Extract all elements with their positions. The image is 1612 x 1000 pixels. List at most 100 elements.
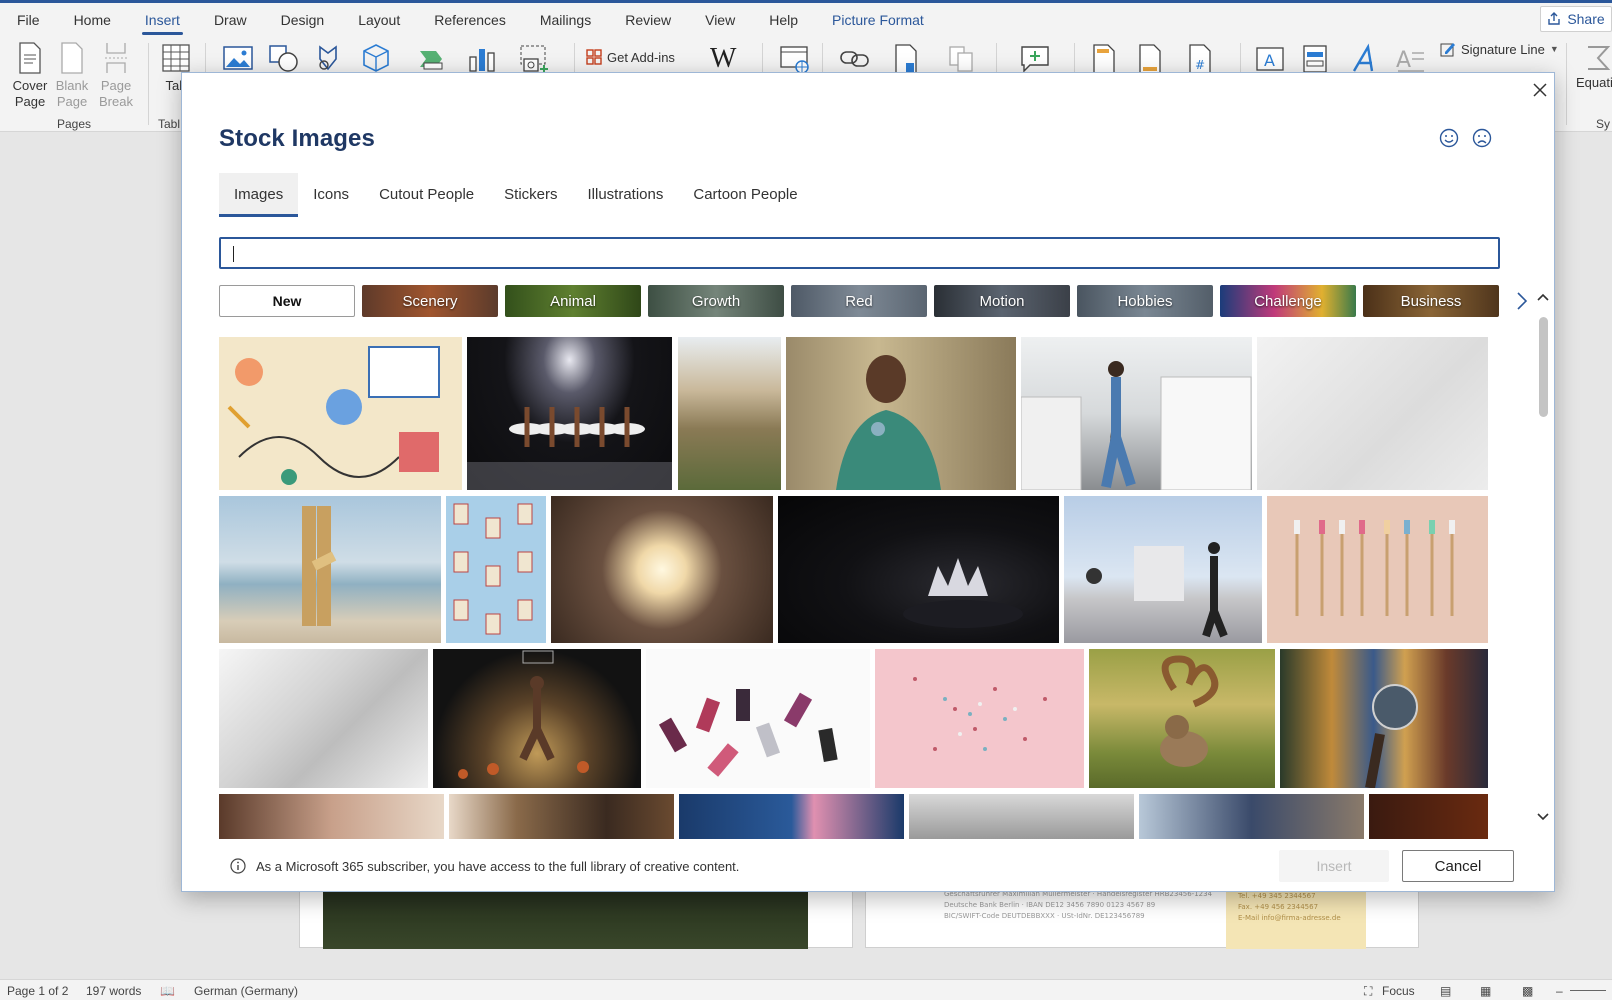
stock-image[interactable] [1020,337,1252,491]
tab-cutout-people[interactable]: Cutout People [364,173,489,217]
stock-image[interactable] [778,496,1059,643]
stock-image[interactable] [646,649,870,788]
stock-image[interactable] [1280,649,1488,789]
chevron-right-icon[interactable] [1515,291,1529,311]
stock-image[interactable] [1267,496,1488,643]
share-button[interactable]: Share [1540,6,1612,32]
print-layout-icon[interactable]: ▦ [1480,984,1491,998]
beach-couple-image [302,506,337,626]
page-break-label: Page Break [99,78,133,109]
scroll-thumb[interactable] [1539,317,1548,417]
stock-image[interactable] [446,496,546,643]
scroll-down-icon[interactable] [1536,811,1550,823]
word-count[interactable]: 197 words [86,984,141,998]
stock-image[interactable] [679,794,904,839]
focus-icon[interactable]: ⛶ [1364,984,1372,999]
proofing-icon[interactable]: 📖 [160,984,175,998]
stock-image[interactable] [467,337,672,490]
scroll-up-icon[interactable] [1536,291,1550,303]
comment-icon[interactable] [1018,43,1052,75]
quick-parts-icon[interactable] [1300,43,1330,75]
stock-image[interactable] [551,496,773,643]
stock-image[interactable] [433,649,641,788]
tab-help[interactable]: Help [752,3,815,37]
stock-image[interactable] [219,649,428,788]
category-business[interactable]: Business [1363,285,1499,317]
stock-image[interactable] [449,794,674,839]
category-scenery[interactable]: Scenery [362,285,498,317]
equation-icon[interactable] [1584,43,1612,73]
stock-image[interactable] [219,337,462,490]
stock-image[interactable] [678,337,781,490]
wordart-icon[interactable] [1348,43,1380,75]
category-new[interactable]: New [219,285,355,317]
tab-review[interactable]: Review [608,3,688,37]
results-scrollbar[interactable] [1534,291,1552,841]
get-addins-button[interactable]: Get Add-ins [586,49,675,65]
tab-references[interactable]: References [417,3,523,37]
chart-icon[interactable] [466,43,498,73]
zoom-out-icon[interactable]: – [1556,984,1563,998]
stock-image[interactable] [1369,794,1488,839]
category-growth[interactable]: Growth [648,285,784,317]
tab-view[interactable]: View [688,3,752,37]
link-icon[interactable] [838,43,872,73]
dialog-tabs: Images Icons Cutout People Stickers Illu… [219,173,813,217]
pictures-icon[interactable] [222,43,254,73]
tab-stickers[interactable]: Stickers [489,173,572,217]
cover-page-button[interactable]: Cover Page [8,41,52,110]
tab-images[interactable]: Images [219,173,299,217]
tab-illustrations[interactable]: Illustrations [572,173,678,217]
stock-image[interactable] [1139,794,1364,839]
page-count[interactable]: Page 1 of 2 [7,984,68,998]
smartart-icon[interactable] [416,43,448,73]
search-input[interactable] [221,239,1498,267]
tab-icons[interactable]: Icons [298,173,364,217]
wikipedia-icon[interactable]: W [710,43,736,75]
stock-image[interactable] [219,496,441,643]
zoom-slider[interactable] [1570,990,1606,991]
tab-home[interactable]: Home [57,3,128,37]
tab-mailings[interactable]: Mailings [523,3,608,37]
insert-button[interactable]: Insert [1279,850,1389,882]
drop-cap-icon[interactable]: A [1394,43,1426,75]
category-hobbies[interactable]: Hobbies [1077,285,1213,317]
tab-picture-format[interactable]: Picture Format [815,3,941,37]
stock-image[interactable] [875,649,1084,788]
icons-icon[interactable] [312,43,344,73]
search-box[interactable] [219,237,1500,269]
smile-feedback-icon[interactable] [1438,127,1460,149]
close-button[interactable] [1529,79,1551,101]
web-layout-icon[interactable]: ▩ [1522,984,1533,998]
stock-image[interactable] [1257,337,1488,490]
shapes-icon[interactable] [268,43,300,73]
cancel-button[interactable]: Cancel [1402,850,1514,882]
category-motion[interactable]: Motion [934,285,1070,317]
online-video-icon[interactable] [778,43,812,75]
stock-image[interactable] [786,337,1016,490]
tab-draw[interactable]: Draw [197,3,264,37]
tab-insert[interactable]: Insert [128,3,197,37]
screenshot-icon[interactable] [518,43,552,75]
category-challenge[interactable]: Challenge [1220,285,1356,317]
stock-image[interactable] [219,794,444,839]
page-break-button[interactable]: Page Break [96,41,136,110]
focus-mode-button[interactable]: Focus [1382,984,1415,998]
3d-models-icon[interactable] [360,43,392,73]
signature-line-button[interactable]: Signature Line ▼ [1440,41,1559,57]
stock-image[interactable] [1089,649,1275,788]
tab-design[interactable]: Design [264,3,342,37]
text-box-icon[interactable]: A [1254,43,1286,75]
category-red[interactable]: Red [791,285,927,317]
frown-feedback-icon[interactable] [1471,127,1493,149]
equation-label[interactable]: Equatio [1576,75,1612,90]
tab-cartoon-people[interactable]: Cartoon People [678,173,812,217]
tab-layout[interactable]: Layout [341,3,417,37]
stock-image[interactable] [1064,496,1262,643]
blank-page-button[interactable]: Blank Page [52,41,92,110]
read-mode-icon[interactable]: ▤ [1440,984,1451,998]
category-animal[interactable]: Animal [505,285,641,317]
stock-image[interactable] [909,794,1134,839]
language-indicator[interactable]: German (Germany) [194,984,298,998]
tab-file[interactable]: File [0,3,57,37]
